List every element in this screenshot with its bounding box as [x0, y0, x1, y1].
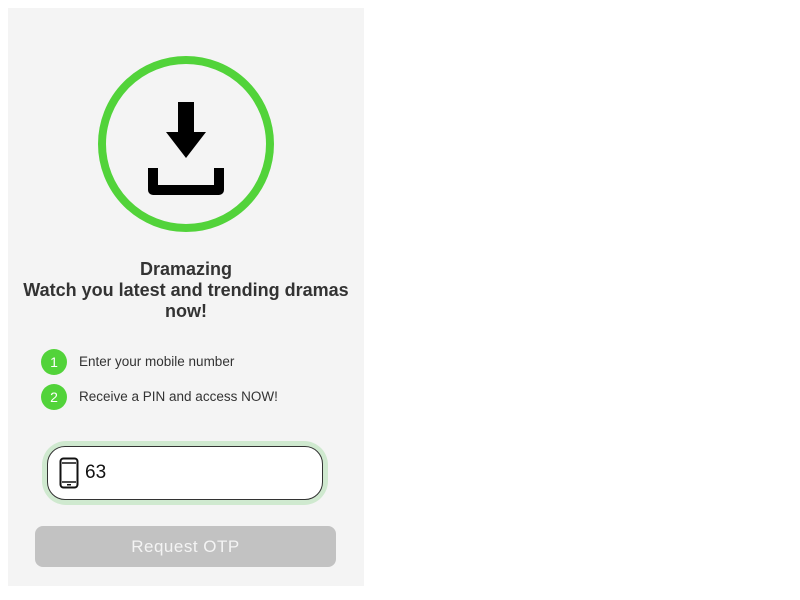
step-text: Receive a PIN and access NOW! [79, 389, 278, 404]
step-item: 1 Enter your mobile number [41, 348, 351, 375]
step-number-badge: 2 [41, 383, 67, 410]
phone-input-focus-ring [42, 441, 328, 505]
mobile-phone-icon [59, 457, 79, 489]
phone-field[interactable] [47, 446, 323, 500]
download-badge [98, 56, 274, 232]
headline: Dramazing Watch you latest and trending … [8, 259, 364, 322]
step-text: Enter your mobile number [79, 354, 235, 369]
landing-panel: Dramazing Watch you latest and trending … [8, 8, 364, 586]
request-otp-button[interactable]: Request OTP [35, 526, 336, 567]
download-icon [148, 102, 224, 195]
tagline-line: Watch you latest and trending dramas [23, 280, 349, 300]
tagline-line-end: now! [165, 301, 207, 321]
step-number-badge: 1 [41, 348, 67, 375]
steps-list: 1 Enter your mobile number 2 Receive a P… [41, 348, 351, 418]
mobile-number-input[interactable] [85, 462, 305, 484]
step-item: 2 Receive a PIN and access NOW! [41, 383, 351, 410]
app-name: Dramazing [139, 259, 233, 279]
